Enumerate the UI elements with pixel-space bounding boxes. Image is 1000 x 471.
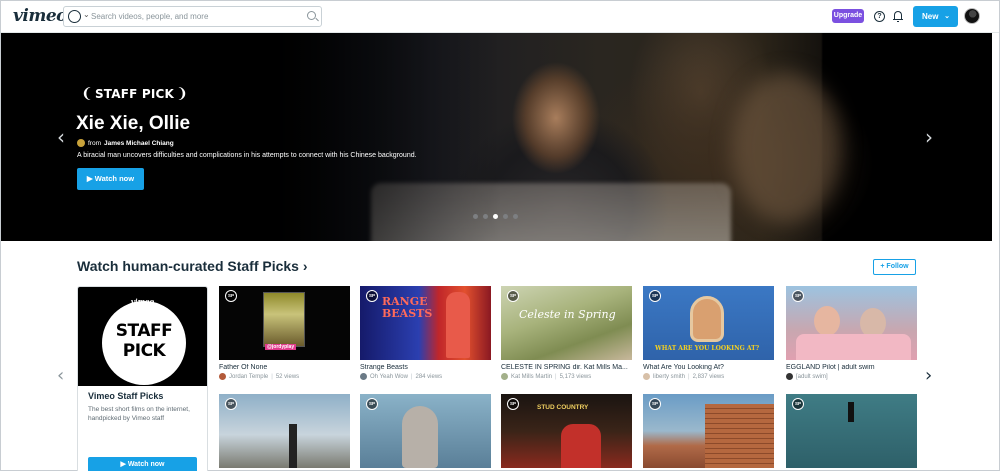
staff-pick-icon: SP: [366, 398, 378, 410]
video-thumbnail[interactable]: SP: [360, 394, 491, 468]
bell-icon[interactable]: [893, 11, 903, 23]
staff-pick-icon: SP: [507, 398, 519, 410]
author-avatar[interactable]: [501, 373, 508, 380]
video-author[interactable]: Jordan Temple: [229, 374, 268, 380]
video-card[interactable]: @jordyplay SP Father Of None Jordan Temp…: [219, 286, 350, 380]
laurel-right-icon: ❩: [176, 86, 188, 102]
video-card[interactable]: SP: [786, 394, 917, 468]
staff-pick-icon: SP: [792, 290, 804, 302]
video-card[interactable]: Celeste in Spring SP CELESTE IN SPRING d…: [501, 286, 632, 380]
video-author[interactable]: liberty smith: [653, 374, 685, 380]
search-bar[interactable]: ⌄: [63, 6, 322, 27]
carousel-dots: [473, 214, 518, 219]
carousel-dot[interactable]: [503, 214, 508, 219]
row-next-arrow-icon[interactable]: ›: [925, 365, 932, 386]
video-card[interactable]: WHAT ARE YOU LOOKING AT? SP What Are You…: [643, 286, 774, 380]
carousel-dot[interactable]: [473, 214, 478, 219]
carousel-dot[interactable]: [513, 214, 518, 219]
author-avatar[interactable]: [786, 373, 793, 380]
video-title[interactable]: Father Of None: [219, 364, 350, 371]
hero-banner[interactable]: ❨ STAFF PICK ❩ Xie Xie, Ollie from James…: [1, 33, 992, 241]
video-card[interactable]: STUD COUNTRY SP: [501, 394, 632, 468]
hero-next-arrow-icon[interactable]: ›: [925, 125, 933, 149]
new-button-label: New: [922, 12, 939, 21]
video-thumbnail[interactable]: SP: [786, 286, 917, 360]
staff-pick-icon: SP: [649, 290, 661, 302]
top-nav: vimeo ⌄ Upgrade ? New ⌄: [1, 1, 999, 33]
vimeo-logo[interactable]: vimeo: [13, 6, 67, 26]
video-card[interactable]: SP EGGLAND Pilot | adult swim [adult swi…: [786, 286, 917, 380]
video-author[interactable]: Kat Mills Martin: [511, 374, 552, 380]
staff-pick-icon: SP: [366, 290, 378, 302]
video-thumbnail[interactable]: RANGE BEASTS SP: [360, 286, 491, 360]
section-title[interactable]: Watch human-curated Staff Picks ›: [77, 258, 308, 274]
video-title[interactable]: What Are You Looking At?: [643, 364, 774, 371]
chevron-down-icon[interactable]: ⌄: [83, 10, 90, 19]
author-avatar[interactable]: [77, 139, 85, 147]
channel-description: The best short films on the internet, ha…: [88, 406, 190, 422]
video-title[interactable]: EGGLAND Pilot | adult swim: [786, 364, 917, 371]
video-views: 2,837 views: [692, 373, 725, 380]
video-card[interactable]: SP: [219, 394, 350, 468]
video-title[interactable]: CELESTE IN SPRING dir. Kat Mills Ma...: [501, 364, 632, 371]
video-thumbnail[interactable]: STUD COUNTRY SP: [501, 394, 632, 468]
staff-pick-icon: SP: [225, 290, 237, 302]
hero-byline: from James Michael Chiang: [77, 139, 174, 147]
author-avatar[interactable]: [360, 373, 367, 380]
from-label: from: [88, 139, 101, 147]
hero-description: A biracial man uncovers difficulties and…: [77, 152, 417, 159]
carousel-dot[interactable]: [483, 214, 488, 219]
follow-button[interactable]: + Follow: [873, 259, 916, 275]
video-card[interactable]: SP: [360, 394, 491, 468]
video-thumbnail[interactable]: @jordyplay SP: [219, 286, 350, 360]
globe-icon[interactable]: [68, 10, 81, 23]
staff-picks-channel-card[interactable]: vimeo STAFF PICK Vimeo Staff Picks The b…: [77, 286, 208, 471]
video-views: 284 views: [415, 373, 443, 380]
staff-pick-badge-text: STAFF PICK: [94, 87, 175, 101]
staff-pick-icon: SP: [225, 398, 237, 410]
avatar[interactable]: [964, 8, 980, 24]
author-link[interactable]: James Michael Chiang: [104, 140, 174, 147]
help-icon[interactable]: ?: [874, 11, 885, 22]
hero-watch-now-button[interactable]: ▶ Watch now: [77, 168, 144, 190]
video-thumbnail[interactable]: SP: [786, 394, 917, 468]
video-card[interactable]: SP: [643, 394, 774, 468]
video-views: 5,173 views: [559, 373, 592, 380]
video-views: 52 views: [275, 373, 300, 380]
chevron-down-icon: ⌄: [944, 13, 950, 20]
video-author[interactable]: [adult swim]: [796, 374, 828, 380]
upgrade-button[interactable]: Upgrade: [832, 9, 864, 23]
search-icon[interactable]: [307, 11, 316, 20]
author-avatar[interactable]: [219, 373, 226, 380]
video-card[interactable]: RANGE BEASTS SP Strange Beasts Oh Yeah W…: [360, 286, 491, 380]
video-title[interactable]: Strange Beasts: [360, 364, 491, 371]
staff-pick-icon: SP: [507, 290, 519, 302]
video-thumbnail[interactable]: Celeste in Spring SP: [501, 286, 632, 360]
hero-title[interactable]: Xie Xie, Ollie: [76, 113, 190, 135]
staff-pick-icon: SP: [649, 398, 661, 410]
staff-pick-logo: STAFF PICK: [102, 301, 186, 385]
row-prev-arrow-icon[interactable]: ‹: [57, 365, 64, 386]
staff-pick-badge: ❨ STAFF PICK ❩: [79, 82, 190, 106]
new-button[interactable]: New ⌄: [913, 6, 958, 27]
staff-pick-icon: SP: [792, 398, 804, 410]
video-thumbnail[interactable]: SP: [219, 394, 350, 468]
search-input[interactable]: [91, 9, 306, 24]
channel-name[interactable]: Vimeo Staff Picks: [88, 391, 163, 401]
channel-watch-now-button[interactable]: ▶ Watch now: [88, 457, 197, 471]
video-thumbnail[interactable]: WHAT ARE YOU LOOKING AT? SP: [643, 286, 774, 360]
video-author[interactable]: Oh Yeah Wow: [370, 374, 408, 380]
video-thumbnail[interactable]: SP: [643, 394, 774, 468]
hero-prev-arrow-icon[interactable]: ‹: [57, 125, 65, 149]
carousel-dot-active[interactable]: [493, 214, 498, 219]
laurel-left-icon: ❨: [81, 86, 93, 102]
author-avatar[interactable]: [643, 373, 650, 380]
